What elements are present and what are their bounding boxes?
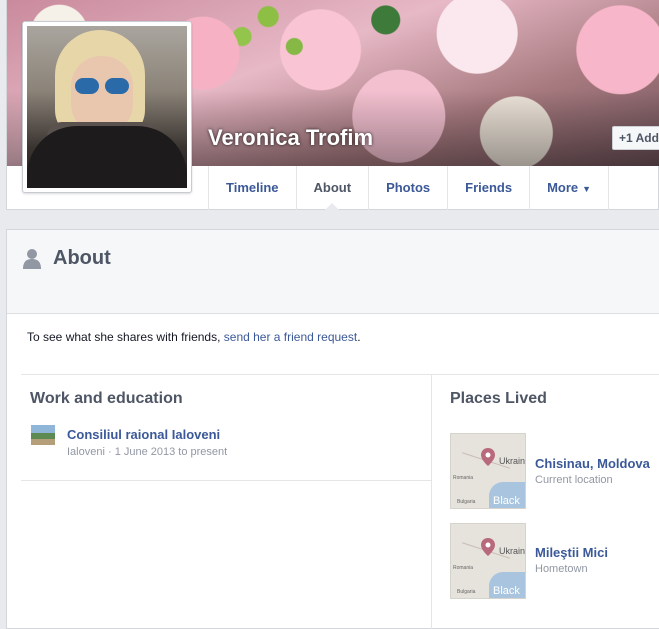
places-lived-title: Places Lived bbox=[450, 390, 547, 407]
tab-about[interactable]: About bbox=[297, 166, 370, 210]
about-card: About To see what she shares with friend… bbox=[6, 229, 659, 629]
column-divider bbox=[431, 374, 432, 629]
friend-request-note: To see what she shares with friends, sen… bbox=[27, 330, 361, 344]
caret-down-icon: ▼ bbox=[582, 184, 592, 194]
map-label-ukraine: Ukrain bbox=[499, 546, 526, 556]
profile-nav-tabs: Timeline About Photos Friends More ▼ bbox=[208, 166, 610, 210]
map-label-bulgaria: Bulgaria bbox=[457, 589, 476, 595]
send-friend-request-link[interactable]: send her a friend request bbox=[224, 330, 357, 344]
person-silhouette-icon bbox=[23, 249, 41, 269]
map-label-romania: Romania bbox=[453, 475, 474, 481]
map-pin-icon bbox=[481, 448, 495, 466]
workplace-details: Ialoveni · 1 June 2013 to present bbox=[67, 446, 228, 458]
workplace-link[interactable]: Consiliul raional Ialoveni bbox=[67, 427, 220, 442]
place-map-thumbnail[interactable]: Ukrain Romania Bulgaria Black bbox=[450, 523, 526, 599]
friend-note-text: To see what she shares with friends, bbox=[27, 330, 224, 344]
friend-note-suffix: . bbox=[357, 330, 361, 344]
profile-picture[interactable] bbox=[22, 21, 192, 193]
map-label-bulgaria: Bulgaria bbox=[457, 499, 476, 505]
map-label-ukraine: Ukrain bbox=[499, 456, 526, 466]
add-friend-button[interactable]: +1 Add Friend bbox=[612, 126, 659, 150]
tab-more[interactable]: More ▼ bbox=[530, 166, 610, 210]
place-type: Current location bbox=[535, 474, 613, 486]
add-friend-label: +1 Add Friend bbox=[619, 131, 659, 145]
about-title: About bbox=[53, 247, 111, 269]
profile-name[interactable]: Veronica Trofim bbox=[208, 125, 373, 151]
place-link[interactable]: Mileştii Mici bbox=[535, 545, 608, 560]
profile-page: Veronica Trofim +1 Add Friend Timeline A… bbox=[0, 0, 659, 629]
work-education-title: Work and education bbox=[30, 390, 183, 407]
map-label-sea: Black bbox=[493, 585, 520, 597]
place-type: Hometown bbox=[535, 563, 588, 575]
tab-timeline[interactable]: Timeline bbox=[209, 166, 297, 210]
workplace-thumbnail[interactable] bbox=[31, 425, 55, 445]
tab-friends[interactable]: Friends bbox=[448, 166, 531, 210]
divider bbox=[21, 480, 431, 481]
cover-card: Veronica Trofim +1 Add Friend Timeline A… bbox=[6, 0, 659, 210]
tab-more-label: More bbox=[547, 180, 579, 195]
place-map-thumbnail[interactable]: Ukrain Romania Bulgaria Black bbox=[450, 433, 526, 509]
map-label-sea: Black bbox=[493, 495, 520, 507]
map-label-romania: Romania bbox=[453, 565, 474, 571]
divider bbox=[21, 374, 659, 375]
place-link[interactable]: Chisinau, Moldova bbox=[535, 456, 650, 471]
tab-photos[interactable]: Photos bbox=[369, 166, 449, 210]
profile-picture-image bbox=[27, 26, 187, 188]
map-pin-icon bbox=[481, 538, 495, 556]
about-header: About bbox=[7, 230, 659, 314]
